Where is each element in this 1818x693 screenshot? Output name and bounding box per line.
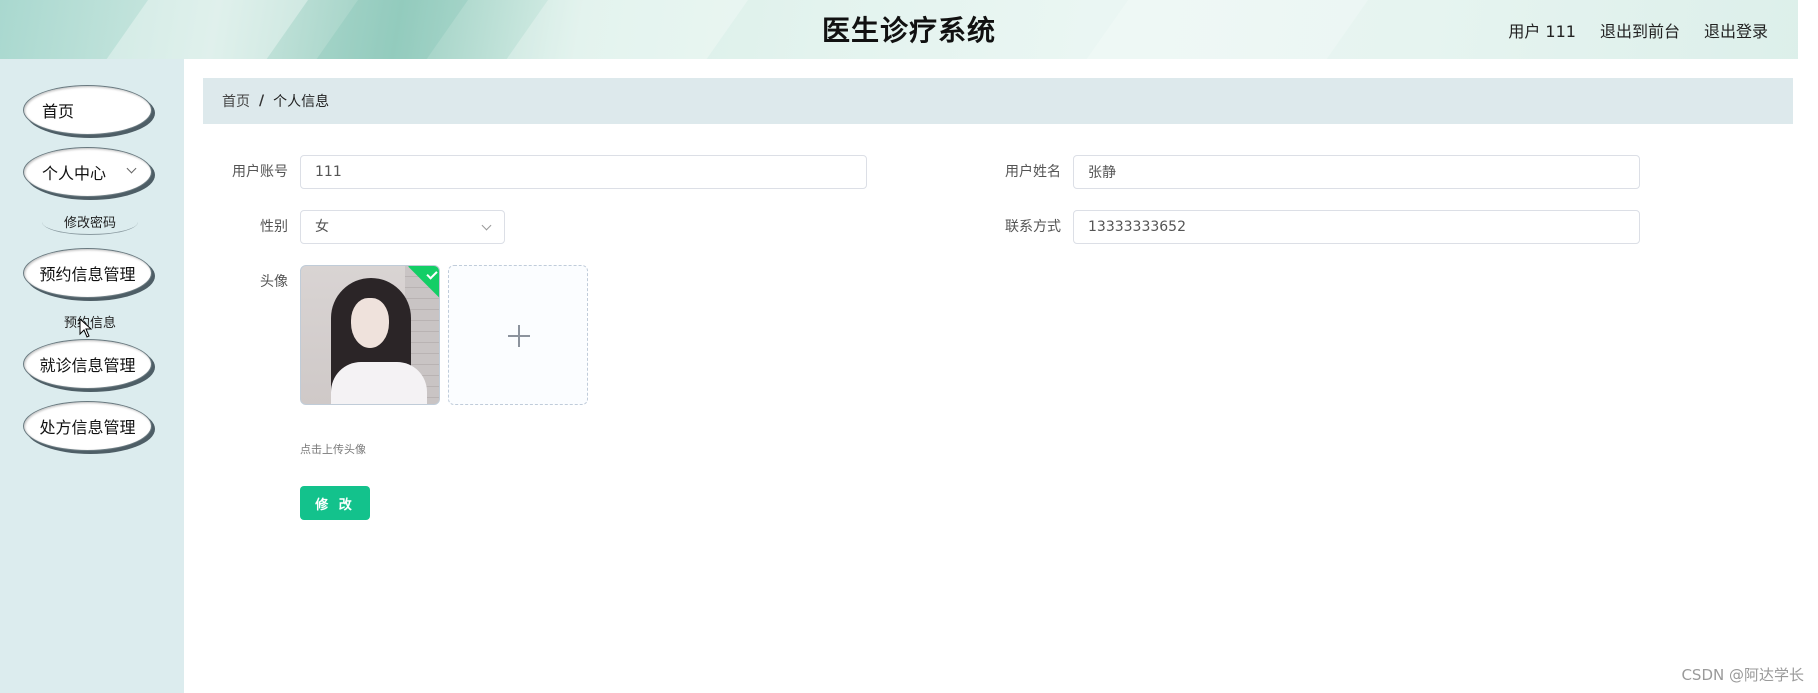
sidebar-subitem-change-password[interactable]: 修改密码: [42, 209, 138, 235]
avatar-image[interactable]: [300, 265, 440, 405]
avatar-photo-face: [351, 298, 389, 348]
header-user-area: 用户 111 退出到前台 退出登录: [1508, 0, 1768, 59]
back-to-front-link[interactable]: 退出到前台: [1600, 18, 1680, 42]
sidebar-item-personal-center[interactable]: 个人中心: [23, 147, 152, 197]
submit-button[interactable]: 修 改: [300, 486, 370, 520]
breadcrumb-separator: /: [259, 93, 265, 109]
phone-label: 联系方式: [1005, 219, 1061, 235]
name-input[interactable]: [1073, 155, 1640, 189]
sidebar-item-label: 首页: [42, 102, 75, 121]
current-user: 用户 111: [1508, 21, 1576, 41]
chevron-down-icon: [481, 220, 492, 231]
sidebar-item-prescription-management[interactable]: 处方信息管理: [23, 401, 152, 451]
phone-input[interactable]: [1073, 210, 1640, 244]
sidebar-item-visit-management[interactable]: 就诊信息管理: [23, 339, 152, 389]
sidebar-item-label: 就诊信息管理: [39, 356, 136, 375]
avatar-label: 头像: [260, 274, 288, 290]
main-content: 首页 / 个人信息 用户账号 用户姓名 性别 女 联系方式 头像 点击上传头像 …: [184, 59, 1818, 693]
name-label: 用户姓名: [1005, 164, 1061, 180]
logout-link[interactable]: 退出登录: [1704, 18, 1768, 42]
sidebar-item-label: 处方信息管理: [39, 418, 136, 437]
sidebar-item-label: 个人中心: [42, 164, 107, 183]
gender-label: 性别: [260, 219, 288, 235]
sidebar-item-label: 修改密码: [63, 216, 116, 231]
breadcrumb-home[interactable]: 首页: [222, 91, 250, 111]
avatar-upload-button[interactable]: [448, 265, 588, 405]
mouse-cursor-icon: [79, 318, 93, 338]
sidebar: 首页 个人中心 修改密码 预约信息管理 预约信息 就诊信息管理 处方信息管理: [0, 59, 184, 693]
breadcrumb: 首页 / 个人信息: [203, 78, 1793, 124]
plus-icon: [518, 325, 520, 347]
breadcrumb-current: 个人信息: [273, 94, 330, 110]
chevron-down-icon: [126, 163, 137, 174]
gender-select[interactable]: 女: [300, 210, 505, 244]
sidebar-item-label: 预约信息管理: [39, 265, 136, 284]
scrollbar-track: [1798, 0, 1818, 693]
avatar-upload-hint: 点击上传头像: [300, 443, 366, 456]
gender-select-value: 女: [315, 219, 329, 235]
avatar-photo-shirt: [331, 362, 427, 404]
top-header: 医生诊疗系统 用户 111 退出到前台 退出登录: [0, 0, 1818, 59]
watermark: CSDN @阿达学长: [1681, 666, 1804, 684]
sidebar-item-home[interactable]: 首页: [23, 85, 152, 135]
sidebar-item-appointment-management[interactable]: 预约信息管理: [23, 248, 152, 298]
account-label: 用户账号: [232, 164, 288, 180]
account-input[interactable]: [300, 155, 867, 189]
